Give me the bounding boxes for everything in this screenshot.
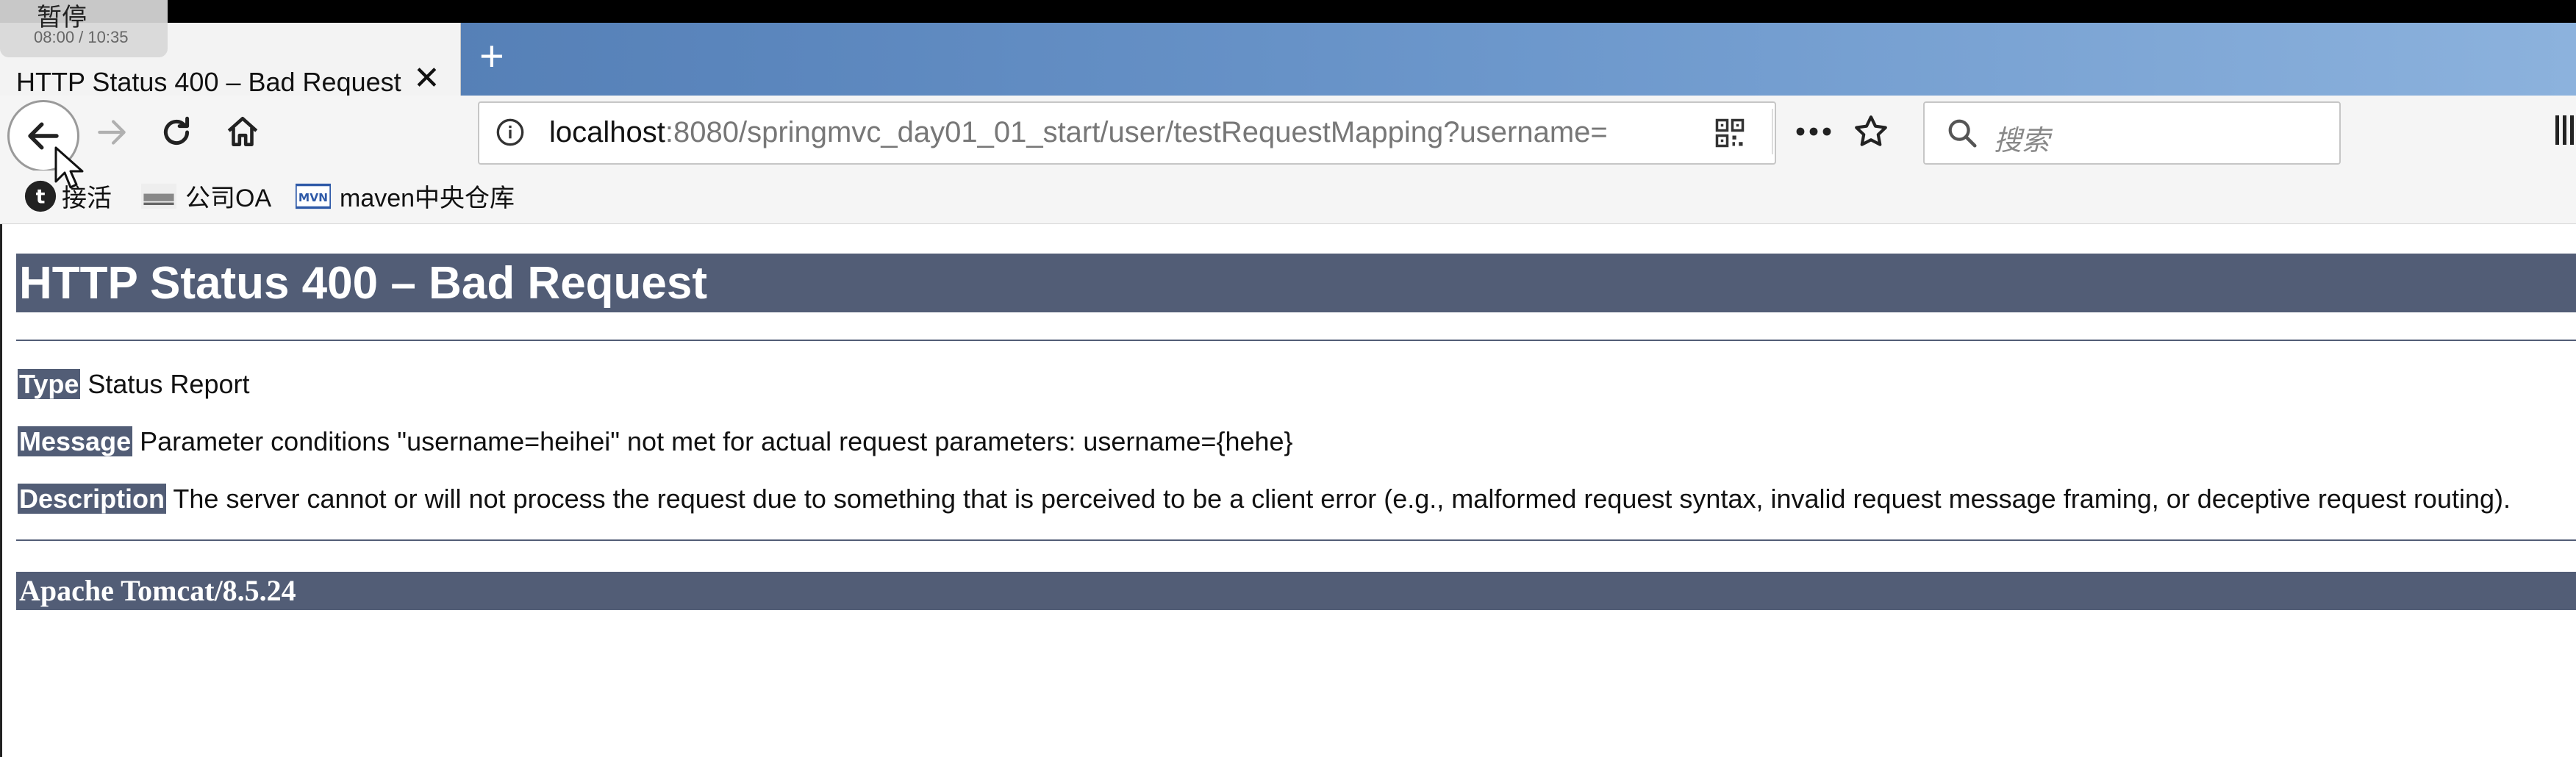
window-top-strip bbox=[0, 0, 2576, 23]
bookmark-maven-central[interactable]: MVN maven中央仓库 bbox=[296, 178, 515, 214]
svg-text:MVN: MVN bbox=[298, 190, 328, 204]
url-path: :8080/springmvc_day01_01_start/user/test… bbox=[665, 116, 1608, 148]
type-row: Type Status Report bbox=[18, 369, 250, 400]
svg-text:t: t bbox=[36, 185, 46, 208]
url-text[interactable]: localhost:8080/springmvc_day01_01_start/… bbox=[549, 116, 1700, 149]
tab-title: HTTP Status 400 – Bad Request bbox=[16, 67, 401, 97]
bookmark-oa-logo-icon bbox=[141, 183, 176, 209]
qr-code-icon[interactable] bbox=[1714, 118, 1745, 148]
url-bar[interactable]: localhost:8080/springmvc_day01_01_start/… bbox=[478, 101, 1776, 165]
home-button[interactable] bbox=[221, 110, 265, 154]
info-icon[interactable] bbox=[495, 118, 525, 147]
library-icon[interactable] bbox=[2555, 112, 2576, 148]
type-label: Type bbox=[18, 369, 81, 399]
window-left-edge bbox=[0, 224, 2, 757]
bookmark-mvn-logo-icon: MVN bbox=[296, 183, 331, 209]
mouse-cursor-icon bbox=[54, 146, 84, 189]
reload-button[interactable] bbox=[154, 110, 198, 154]
search-placeholder: 搜索 bbox=[1994, 126, 2050, 157]
divider-bottom bbox=[16, 539, 2576, 541]
message-label: Message bbox=[18, 426, 133, 456]
message-value: Parameter conditions "username=heihei" n… bbox=[140, 426, 1293, 456]
home-icon bbox=[227, 116, 258, 146]
bookmark-t-logo-icon: t bbox=[24, 180, 57, 212]
divider-top bbox=[16, 340, 2576, 341]
more-actions-icon[interactable] bbox=[1794, 119, 1833, 144]
message-row: Message Parameter conditions "username=h… bbox=[18, 426, 1293, 457]
search-icon bbox=[1948, 119, 1977, 148]
forward-button[interactable] bbox=[90, 110, 134, 154]
bookmark-star-icon[interactable] bbox=[1853, 113, 1889, 150]
bookmark-company-oa[interactable]: 公司OA bbox=[141, 178, 271, 214]
toolbar-separator bbox=[1772, 109, 1773, 154]
bookmark-label: 公司OA bbox=[185, 184, 272, 212]
server-version: Apache Tomcat/8.5.24 bbox=[19, 574, 296, 607]
description-label: Description bbox=[18, 484, 167, 514]
bookmark-label: maven中央仓库 bbox=[340, 184, 515, 212]
video-time: 08:00 / 10:35 bbox=[34, 28, 129, 46]
forward-arrow-icon bbox=[98, 120, 126, 145]
tab-close-icon[interactable]: ✕ bbox=[413, 62, 440, 95]
description-row: Description The server cannot or will no… bbox=[18, 484, 2511, 514]
type-value: Status Report bbox=[87, 369, 250, 399]
url-host: localhost bbox=[549, 116, 665, 148]
server-footer-bar bbox=[16, 572, 2576, 610]
video-pause-overlay[interactable]: 暂停 08:00 / 10:35 bbox=[0, 0, 168, 57]
error-title: HTTP Status 400 – Bad Request bbox=[19, 258, 708, 309]
new-tab-button[interactable]: + bbox=[479, 35, 504, 78]
search-bar[interactable]: 搜索 bbox=[1923, 101, 2341, 165]
reload-icon bbox=[163, 116, 190, 146]
description-value: The server cannot or will not process th… bbox=[173, 484, 2511, 514]
